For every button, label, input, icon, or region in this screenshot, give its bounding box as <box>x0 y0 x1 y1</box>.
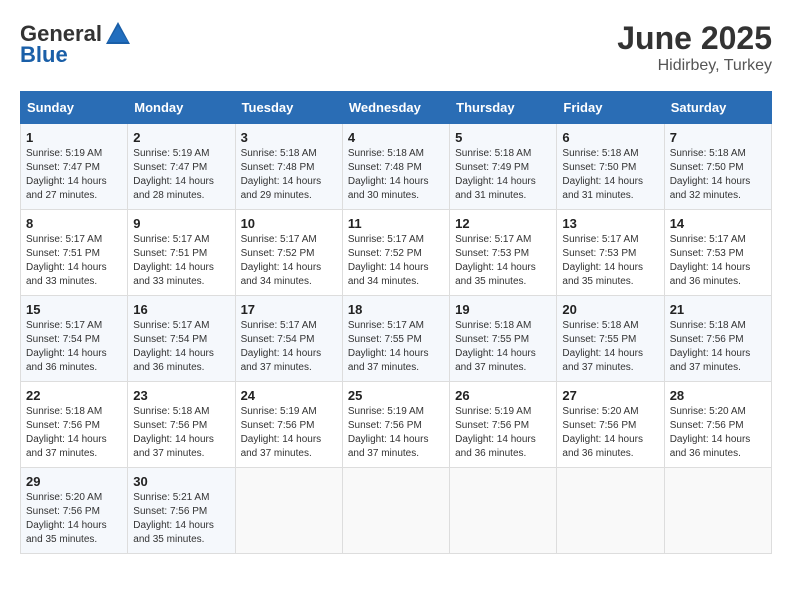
table-row: 22Sunrise: 5:18 AMSunset: 7:56 PMDayligh… <box>21 382 128 468</box>
header-wednesday: Wednesday <box>342 92 449 124</box>
header-friday: Friday <box>557 92 664 124</box>
calendar-header-row: SundayMondayTuesdayWednesdayThursdayFrid… <box>21 92 772 124</box>
page-header: General Blue June 2025 Hidirbey, Turkey <box>20 20 772 75</box>
table-row: 19Sunrise: 5:18 AMSunset: 7:55 PMDayligh… <box>450 296 557 382</box>
table-row: 5Sunrise: 5:18 AMSunset: 7:49 PMDaylight… <box>450 124 557 210</box>
calendar-week-5: 29Sunrise: 5:20 AMSunset: 7:56 PMDayligh… <box>21 468 772 554</box>
table-row <box>235 468 342 554</box>
header-monday: Monday <box>128 92 235 124</box>
table-row <box>450 468 557 554</box>
table-row: 21Sunrise: 5:18 AMSunset: 7:56 PMDayligh… <box>664 296 771 382</box>
table-row: 3Sunrise: 5:18 AMSunset: 7:48 PMDaylight… <box>235 124 342 210</box>
table-row: 16Sunrise: 5:17 AMSunset: 7:54 PMDayligh… <box>128 296 235 382</box>
logo: General Blue <box>20 20 132 68</box>
logo-icon <box>104 20 132 48</box>
table-row: 26Sunrise: 5:19 AMSunset: 7:56 PMDayligh… <box>450 382 557 468</box>
table-row: 25Sunrise: 5:19 AMSunset: 7:56 PMDayligh… <box>342 382 449 468</box>
table-row: 9Sunrise: 5:17 AMSunset: 7:51 PMDaylight… <box>128 210 235 296</box>
header-sunday: Sunday <box>21 92 128 124</box>
table-row: 29Sunrise: 5:20 AMSunset: 7:56 PMDayligh… <box>21 468 128 554</box>
calendar-week-1: 1Sunrise: 5:19 AMSunset: 7:47 PMDaylight… <box>21 124 772 210</box>
table-row: 27Sunrise: 5:20 AMSunset: 7:56 PMDayligh… <box>557 382 664 468</box>
calendar-week-2: 8Sunrise: 5:17 AMSunset: 7:51 PMDaylight… <box>21 210 772 296</box>
table-row <box>342 468 449 554</box>
table-row: 17Sunrise: 5:17 AMSunset: 7:54 PMDayligh… <box>235 296 342 382</box>
table-row <box>557 468 664 554</box>
table-row: 6Sunrise: 5:18 AMSunset: 7:50 PMDaylight… <box>557 124 664 210</box>
table-row: 1Sunrise: 5:19 AMSunset: 7:47 PMDaylight… <box>21 124 128 210</box>
table-row: 24Sunrise: 5:19 AMSunset: 7:56 PMDayligh… <box>235 382 342 468</box>
table-row: 11Sunrise: 5:17 AMSunset: 7:52 PMDayligh… <box>342 210 449 296</box>
logo-blue-text: Blue <box>20 42 68 68</box>
header-saturday: Saturday <box>664 92 771 124</box>
table-row: 13Sunrise: 5:17 AMSunset: 7:53 PMDayligh… <box>557 210 664 296</box>
calendar-week-3: 15Sunrise: 5:17 AMSunset: 7:54 PMDayligh… <box>21 296 772 382</box>
table-row: 15Sunrise: 5:17 AMSunset: 7:54 PMDayligh… <box>21 296 128 382</box>
table-row: 28Sunrise: 5:20 AMSunset: 7:56 PMDayligh… <box>664 382 771 468</box>
table-row: 12Sunrise: 5:17 AMSunset: 7:53 PMDayligh… <box>450 210 557 296</box>
calendar-table: SundayMondayTuesdayWednesdayThursdayFrid… <box>20 91 772 554</box>
table-row: 14Sunrise: 5:17 AMSunset: 7:53 PMDayligh… <box>664 210 771 296</box>
table-row: 7Sunrise: 5:18 AMSunset: 7:50 PMDaylight… <box>664 124 771 210</box>
table-row: 20Sunrise: 5:18 AMSunset: 7:55 PMDayligh… <box>557 296 664 382</box>
month-title: June 2025 <box>617 20 772 57</box>
table-row: 10Sunrise: 5:17 AMSunset: 7:52 PMDayligh… <box>235 210 342 296</box>
table-row: 2Sunrise: 5:19 AMSunset: 7:47 PMDaylight… <box>128 124 235 210</box>
table-row: 4Sunrise: 5:18 AMSunset: 7:48 PMDaylight… <box>342 124 449 210</box>
calendar-week-4: 22Sunrise: 5:18 AMSunset: 7:56 PMDayligh… <box>21 382 772 468</box>
location-subtitle: Hidirbey, Turkey <box>617 57 772 75</box>
table-row: 30Sunrise: 5:21 AMSunset: 7:56 PMDayligh… <box>128 468 235 554</box>
table-row: 23Sunrise: 5:18 AMSunset: 7:56 PMDayligh… <box>128 382 235 468</box>
table-row <box>664 468 771 554</box>
table-row: 18Sunrise: 5:17 AMSunset: 7:55 PMDayligh… <box>342 296 449 382</box>
header-tuesday: Tuesday <box>235 92 342 124</box>
title-block: June 2025 Hidirbey, Turkey <box>617 20 772 75</box>
table-row: 8Sunrise: 5:17 AMSunset: 7:51 PMDaylight… <box>21 210 128 296</box>
header-thursday: Thursday <box>450 92 557 124</box>
